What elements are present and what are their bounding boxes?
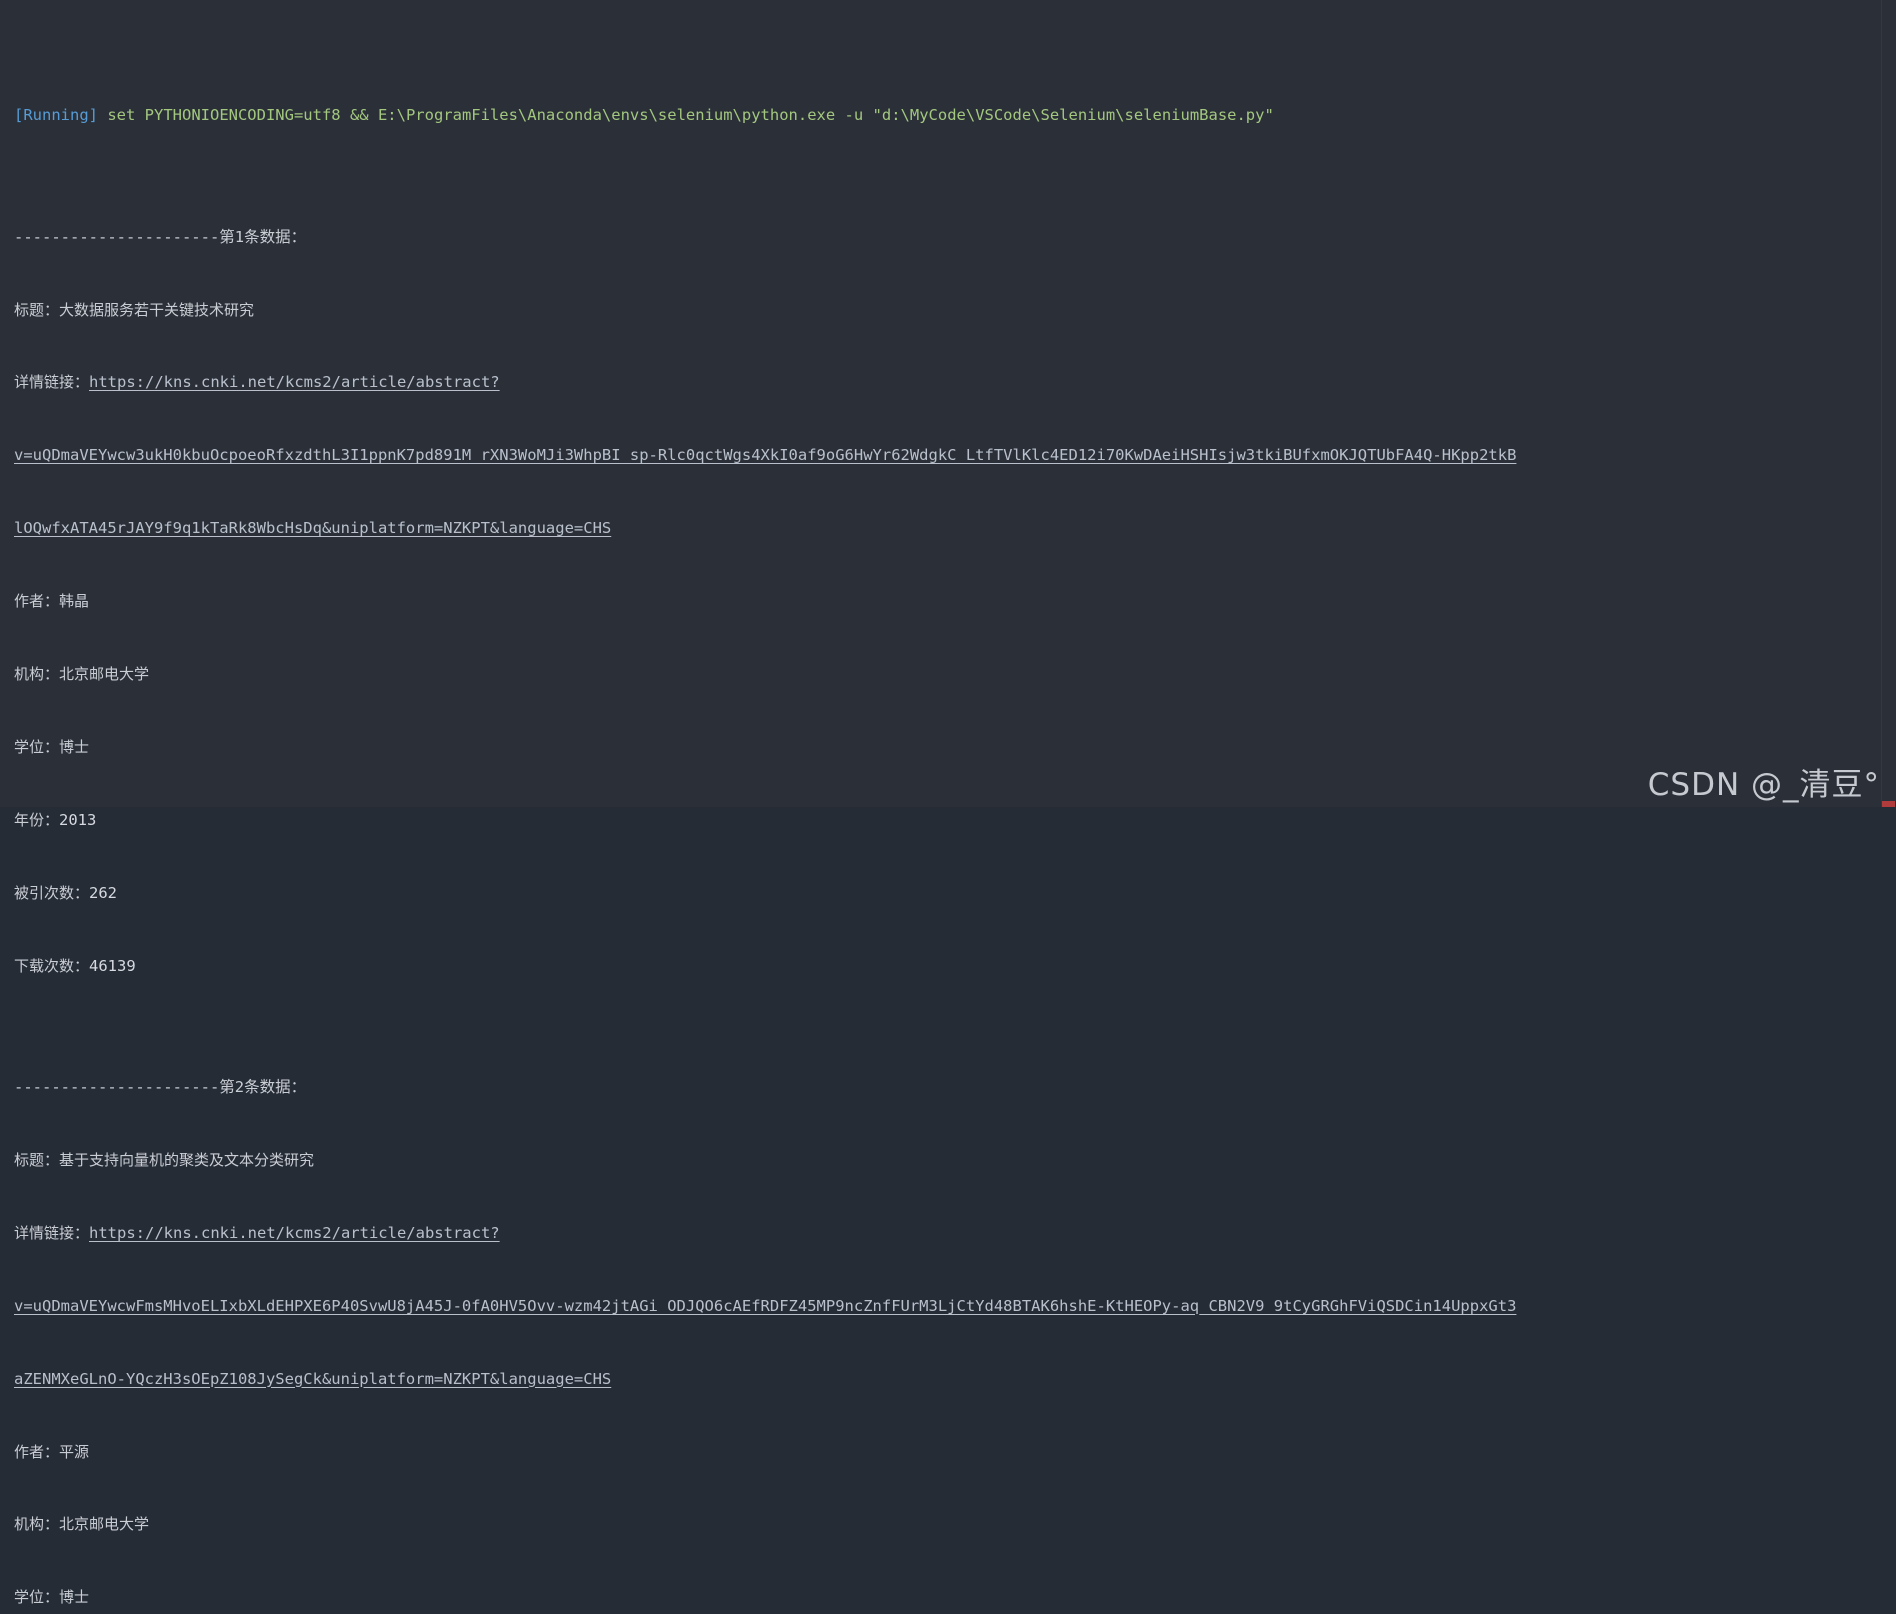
institution-label: 机构： [14, 1515, 60, 1534]
institution-value: 北京邮电大学 [59, 1515, 150, 1534]
record-degree-line: 学位：博士 [14, 735, 1896, 759]
csdn-watermark: CSDN @_清豆° [1647, 766, 1880, 803]
command-text: set PYTHONIOENCODING=utf8 && E:\ProgramF… [98, 106, 1274, 125]
record-downloads-line: 下载次数：46139 [14, 954, 1896, 978]
downloads-value: 46139 [89, 956, 136, 975]
title-label: 标题： [14, 1150, 60, 1169]
record-link-line: 详情链接：https://kns.cnki.net/kcms2/article/… [14, 1221, 1896, 1245]
record-author-line: 作者：韩晶 [14, 589, 1896, 613]
title-value: 大数据服务若干关键技术研究 [59, 300, 255, 319]
author-value: 韩晶 [59, 592, 90, 611]
record-link-line: 详情链接：https://kns.cnki.net/kcms2/article/… [14, 370, 1896, 394]
record-institution-line: 机构：北京邮电大学 [14, 1512, 1896, 1536]
record-separator-text: ----------------------第1条数据： [14, 227, 307, 246]
detail-link[interactable]: https://kns.cnki.net/kcms2/article/abstr… [89, 373, 500, 391]
record-separator: ----------------------第1条数据： [14, 225, 1896, 249]
year-value: 2013 [59, 810, 97, 829]
author-label: 作者： [14, 592, 60, 611]
scrollbar-error-marker [1882, 801, 1895, 807]
record-title-line: 标题：基于支持向量机的聚类及文本分类研究 [14, 1148, 1896, 1172]
record-link-overflow-line: v=uQDmaVEYwcwFmsMHvoELIxbXLdEHPXE6P40Svw… [14, 1294, 1896, 1318]
record-link-overflow-line: aZENMXeGLnO-YQczH3sOEpZ108JySegCk&unipla… [14, 1367, 1896, 1391]
record-degree-line: 学位：博士 [14, 1585, 1896, 1609]
detail-link[interactable]: https://kns.cnki.net/kcms2/article/abstr… [89, 1224, 500, 1242]
record-separator-text: ----------------------第2条数据： [14, 1078, 307, 1097]
record-link-overflow-line: v=uQDmaVEYwcw3ukH0kbuOcpoeoRfxzdthL3I1pp… [14, 443, 1896, 467]
terminal-scrollbar[interactable] [1881, 0, 1896, 807]
degree-value: 博士 [59, 1588, 90, 1607]
title-label: 标题： [14, 300, 60, 319]
degree-label: 学位： [14, 1588, 60, 1607]
detail-link-continuation[interactable]: lOQwfxATA45rJAY9f9q1kTaRk8WbcHsDq&unipla… [14, 519, 611, 537]
record-title-line: 标题：大数据服务若干关键技术研究 [14, 298, 1896, 322]
record-cited-line: 被引次数：262 [14, 881, 1896, 905]
detail-link-continuation[interactable]: v=uQDmaVEYwcw3ukH0kbuOcpoeoRfxzdthL3I1pp… [14, 446, 1516, 464]
title-value: 基于支持向量机的聚类及文本分类研究 [59, 1150, 315, 1169]
terminal-line-command: [Running] set PYTHONIOENCODING=utf8 && E… [14, 103, 1896, 127]
cited-label: 被引次数： [14, 883, 90, 902]
author-label: 作者： [14, 1442, 60, 1461]
institution-label: 机构： [14, 665, 60, 684]
terminal-output-pane[interactable]: [Running] set PYTHONIOENCODING=utf8 && E… [0, 0, 1896, 1606]
downloads-label: 下载次数： [14, 956, 90, 975]
record-separator: ----------------------第2条数据： [14, 1075, 1896, 1099]
year-label: 年份： [14, 810, 60, 829]
author-value: 平源 [59, 1442, 90, 1461]
cited-value: 262 [89, 883, 118, 902]
running-tag: [Running] [14, 106, 98, 125]
link-label: 详情链接： [14, 1223, 90, 1242]
detail-link-continuation[interactable]: v=uQDmaVEYwcwFmsMHvoELIxbXLdEHPXE6P40Svw… [14, 1297, 1516, 1315]
record-author-line: 作者：平源 [14, 1440, 1896, 1464]
degree-label: 学位： [14, 737, 60, 756]
link-label: 详情链接： [14, 373, 90, 392]
record-institution-line: 机构：北京邮电大学 [14, 662, 1896, 686]
record-link-overflow-line: lOQwfxATA45rJAY9f9q1kTaRk8WbcHsDq&unipla… [14, 516, 1896, 540]
degree-value: 博士 [59, 737, 90, 756]
detail-link-continuation[interactable]: aZENMXeGLnO-YQczH3sOEpZ108JySegCk&unipla… [14, 1370, 611, 1388]
institution-value: 北京邮电大学 [59, 665, 150, 684]
record-year-line: 年份：2013 [14, 808, 1896, 832]
